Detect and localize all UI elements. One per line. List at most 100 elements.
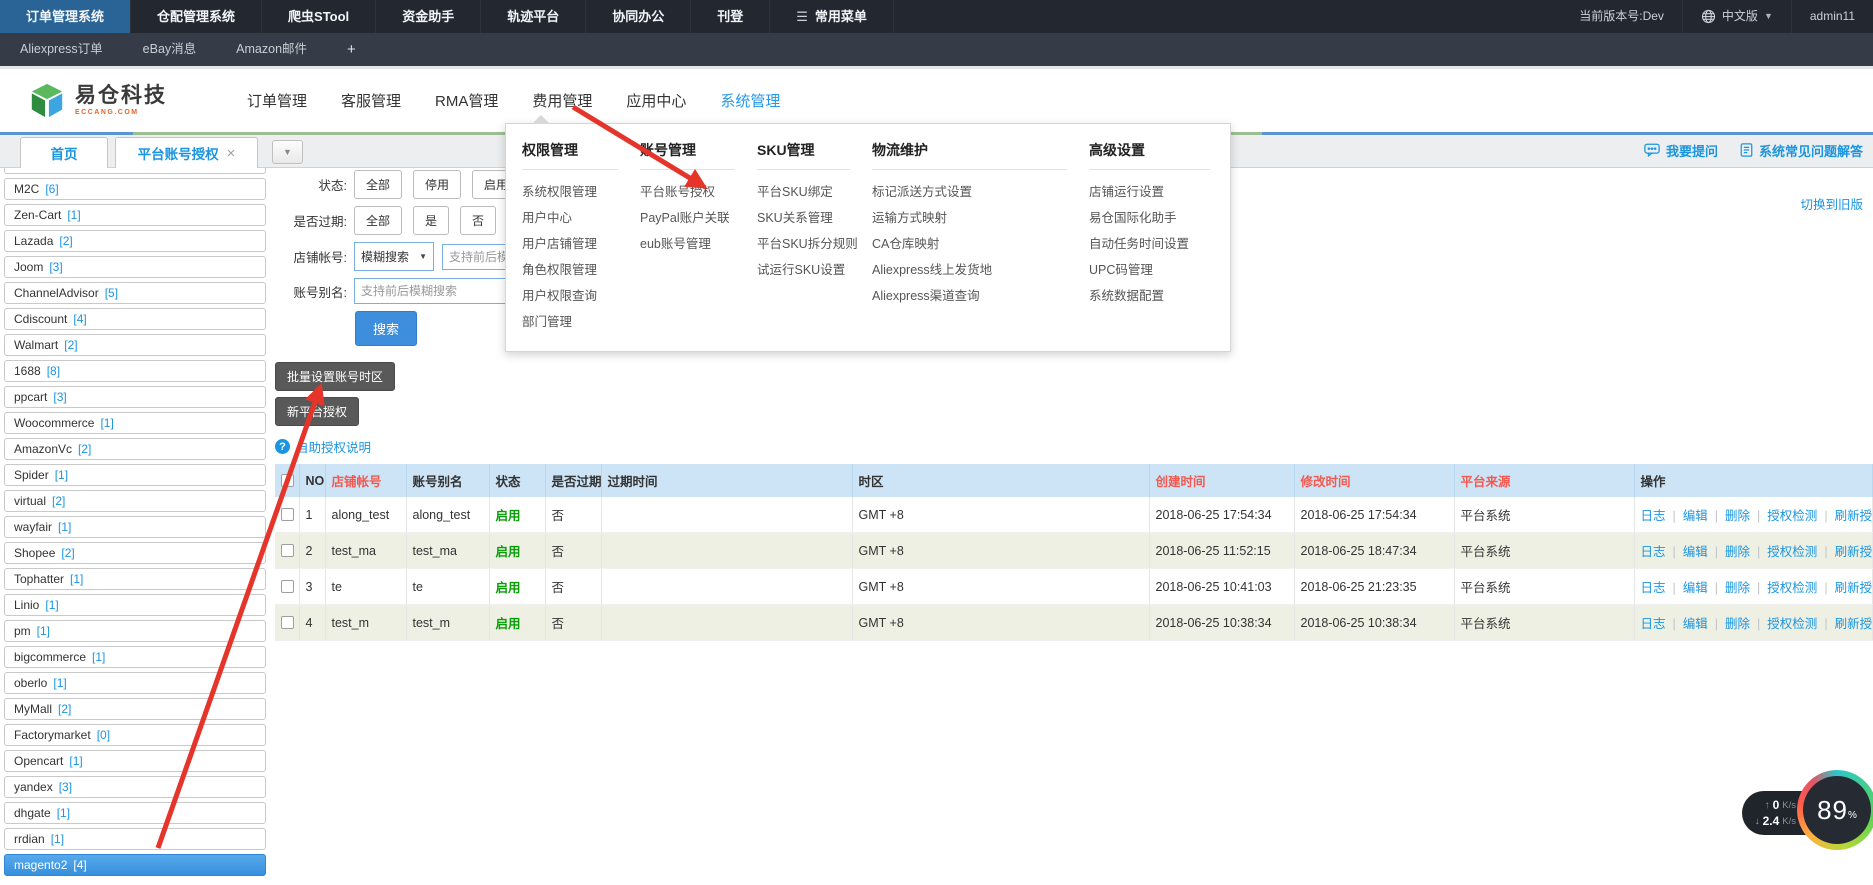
log-link[interactable]: 日志 <box>1641 581 1666 595</box>
message-tab[interactable]: Amazon邮件 <box>216 33 327 66</box>
match-mode-select[interactable]: 模糊搜索 ▼ <box>354 242 434 271</box>
top-system-tab[interactable]: 协同办公 <box>586 0 691 33</box>
auth-check-link[interactable]: 授权检测 <box>1750 581 1817 595</box>
platform-list-item[interactable]: Shopee [2] <box>4 542 266 564</box>
menu-item[interactable]: 系统数据配置 <box>1089 283 1232 309</box>
platform-list-item[interactable]: Tophatter [1] <box>4 568 266 590</box>
top-system-tab[interactable]: 资金助手 <box>376 0 481 33</box>
platform-list-item[interactable]: Zen-Cart [1] <box>4 204 266 226</box>
menu-item[interactable]: 平台SKU绑定 <box>757 179 872 205</box>
platform-list-item[interactable]: bigcommerce [1] <box>4 646 266 668</box>
platform-list-item[interactable]: Spider [1] <box>4 464 266 486</box>
menu-item[interactable]: 易仓国际化助手 <box>1089 205 1232 231</box>
log-link[interactable]: 日志 <box>1641 509 1666 523</box>
platform-list-item[interactable]: Walmart [2] <box>4 334 266 356</box>
column-header[interactable]: 平台来源 <box>1454 464 1634 497</box>
status-all-button[interactable]: 全部 <box>354 170 402 199</box>
ask-question-link[interactable]: 我要提问 <box>1644 141 1718 160</box>
platform-list-item[interactable]: magento2 [4] <box>4 854 266 876</box>
message-tab[interactable]: Aliexpress订单 <box>0 33 123 66</box>
column-header[interactable]: 创建时间 <box>1149 464 1294 497</box>
menu-item[interactable]: Aliexpress渠道查询 <box>872 283 1089 309</box>
menu-item[interactable]: 运输方式映射 <box>872 205 1089 231</box>
platform-list-item[interactable]: pm [1] <box>4 620 266 642</box>
column-header[interactable]: 时区 <box>852 464 1149 497</box>
delete-link[interactable]: 删除 <box>1708 581 1750 595</box>
column-header[interactable]: 修改时间 <box>1294 464 1454 497</box>
tab-list-dropdown[interactable]: ▼ <box>272 140 303 164</box>
edit-link[interactable]: 编辑 <box>1666 581 1708 595</box>
expired-no-button[interactable]: 否 <box>460 206 496 235</box>
refresh-auth-link[interactable]: 刷新授权 <box>1817 581 1872 595</box>
column-header[interactable]: 操作 <box>1634 464 1873 497</box>
platform-list-item[interactable]: yandex [3] <box>4 776 266 798</box>
row-checkbox[interactable] <box>281 544 294 557</box>
platform-list-item[interactable]: Joom [3] <box>4 256 266 278</box>
platform-list-item[interactable]: oberlo [1] <box>4 672 266 694</box>
menu-item[interactable]: 系统权限管理 <box>522 179 640 205</box>
top-system-tab[interactable]: 刊登 <box>691 0 770 33</box>
menu-item[interactable]: eub账号管理 <box>640 231 757 257</box>
delete-link[interactable]: 删除 <box>1708 617 1750 631</box>
module-nav-item[interactable]: RMA管理 <box>427 84 506 117</box>
refresh-auth-link[interactable]: 刷新授权 <box>1817 509 1872 523</box>
menu-item[interactable]: 平台账号授权 <box>640 179 757 205</box>
platform-list-item[interactable]: Lazada [2] <box>4 230 266 252</box>
status-disabled-button[interactable]: 停用 <box>413 170 461 199</box>
column-header[interactable]: 过期时间 <box>601 464 852 497</box>
menu-item[interactable]: Aliexpress线上发货地 <box>872 257 1089 283</box>
log-link[interactable]: 日志 <box>1641 545 1666 559</box>
tab-platform-auth[interactable]: 平台账号授权 × <box>115 137 258 168</box>
memory-percent-ring[interactable]: 89 % <box>1797 770 1873 850</box>
platform-list-item[interactable]: dhgate [1] <box>4 802 266 824</box>
refresh-auth-link[interactable]: 刷新授权 <box>1817 617 1872 631</box>
menu-item[interactable]: UPC码管理 <box>1089 257 1232 283</box>
menu-item[interactable]: SKU关系管理 <box>757 205 872 231</box>
menu-item[interactable]: 用户权限查询 <box>522 283 640 309</box>
menu-item[interactable]: 试运行SKU设置 <box>757 257 872 283</box>
menu-item[interactable]: 标记派送方式设置 <box>872 179 1089 205</box>
expired-yes-button[interactable]: 是 <box>413 206 449 235</box>
module-nav-item[interactable]: 费用管理 <box>524 84 600 117</box>
edit-link[interactable]: 编辑 <box>1666 509 1708 523</box>
platform-list-item[interactable]: Opencart [1] <box>4 750 266 772</box>
log-link[interactable]: 日志 <box>1641 617 1666 631</box>
add-tab-button[interactable]: + <box>327 33 376 66</box>
auth-check-link[interactable]: 授权检测 <box>1750 509 1817 523</box>
column-header[interactable]: 账号别名 <box>406 464 489 497</box>
row-checkbox[interactable] <box>281 508 294 521</box>
platform-list-item[interactable]: 1688 [8] <box>4 360 266 382</box>
platform-list-item[interactable]: rrdian [1] <box>4 828 266 850</box>
message-tab[interactable]: eBay消息 <box>123 33 217 66</box>
auth-check-link[interactable]: 授权检测 <box>1750 545 1817 559</box>
menu-item[interactable]: PayPal账户关联 <box>640 205 757 231</box>
menu-item[interactable]: 店铺运行设置 <box>1089 179 1232 205</box>
row-checkbox[interactable] <box>281 616 294 629</box>
tab-home[interactable]: 首页 <box>20 137 108 168</box>
menu-item[interactable]: 自动任务时间设置 <box>1089 231 1232 257</box>
new-platform-auth-button[interactable]: 新平台授权 <box>275 397 359 426</box>
top-system-tab[interactable]: 订单管理系统 <box>0 0 131 33</box>
menu-item[interactable]: 用户中心 <box>522 205 640 231</box>
platform-list-item[interactable]: ppcart [3] <box>4 386 266 408</box>
menu-item[interactable]: 部门管理 <box>522 309 640 335</box>
platform-list-item[interactable]: virtual [2] <box>4 490 266 512</box>
menu-item[interactable]: 平台SKU拆分规则 <box>757 231 872 257</box>
auth-help-link[interactable]: 自助授权说明 <box>296 437 371 456</box>
platform-list-item[interactable]: ChannelAdvisor [5] <box>4 282 266 304</box>
delete-link[interactable]: 删除 <box>1708 545 1750 559</box>
menu-item[interactable]: CA仓库映射 <box>872 231 1089 257</box>
delete-link[interactable]: 删除 <box>1708 509 1750 523</box>
platform-list-item[interactable]: Linio [1] <box>4 594 266 616</box>
platform-list-item[interactable]: MyMall [2] <box>4 698 266 720</box>
edit-link[interactable]: 编辑 <box>1666 617 1708 631</box>
expired-all-button[interactable]: 全部 <box>354 206 402 235</box>
top-system-tab[interactable]: 爬虫STool <box>262 0 376 33</box>
platform-list-item[interactable]: AmazonVc [2] <box>4 438 266 460</box>
common-menu-button[interactable]: ☰常用菜单 <box>770 0 894 33</box>
platform-list-item[interactable]: M2C [6] <box>4 178 266 200</box>
menu-item[interactable]: 用户店铺管理 <box>522 231 640 257</box>
top-system-tab[interactable]: 仓配管理系统 <box>131 0 262 33</box>
platform-list-item[interactable]: Cdiscount [4] <box>4 308 266 330</box>
column-header[interactable]: 是否过期 <box>545 464 601 497</box>
